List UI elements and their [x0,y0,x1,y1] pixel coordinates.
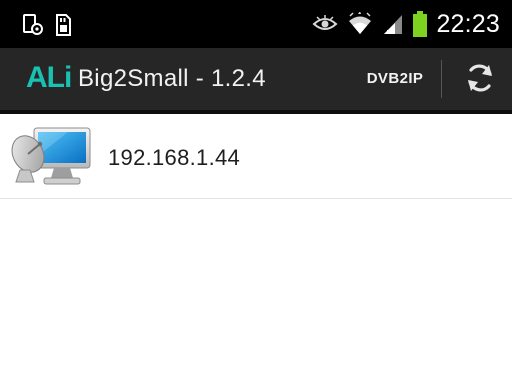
status-bar-notifications [22,14,72,36]
dvb2ip-button[interactable]: DVB2IP [360,70,430,87]
app-screen: 22:23 ALi Big2Small - 1.2.4 DVB2IP 192.1… [0,0,512,376]
status-bar: 22:23 [0,0,512,48]
wifi-icon [347,12,373,36]
refresh-button[interactable] [456,60,504,100]
list-divider [0,198,512,199]
app-logo: ALi [26,61,72,94]
device-list: 192.168.1.44 [0,114,512,376]
action-bar: ALi Big2Small - 1.2.4 DVB2IP [0,48,512,110]
refresh-icon [463,61,497,100]
clock: 22:23 [436,9,500,38]
screenshot-icon [22,14,44,36]
battery-icon [413,11,428,37]
app-title: Big2Small - 1.2.4 [78,65,266,92]
satellite-computer-icon [8,126,92,195]
eye-icon [312,15,338,33]
device-list-item[interactable]: 192.168.1.44 [0,114,512,198]
sd-card-icon [54,14,72,36]
action-bar-divider [441,60,442,98]
device-ip-label: 192.168.1.44 [108,145,241,170]
signal-icon [382,13,404,35]
status-bar-system: 22:23 [312,10,500,38]
